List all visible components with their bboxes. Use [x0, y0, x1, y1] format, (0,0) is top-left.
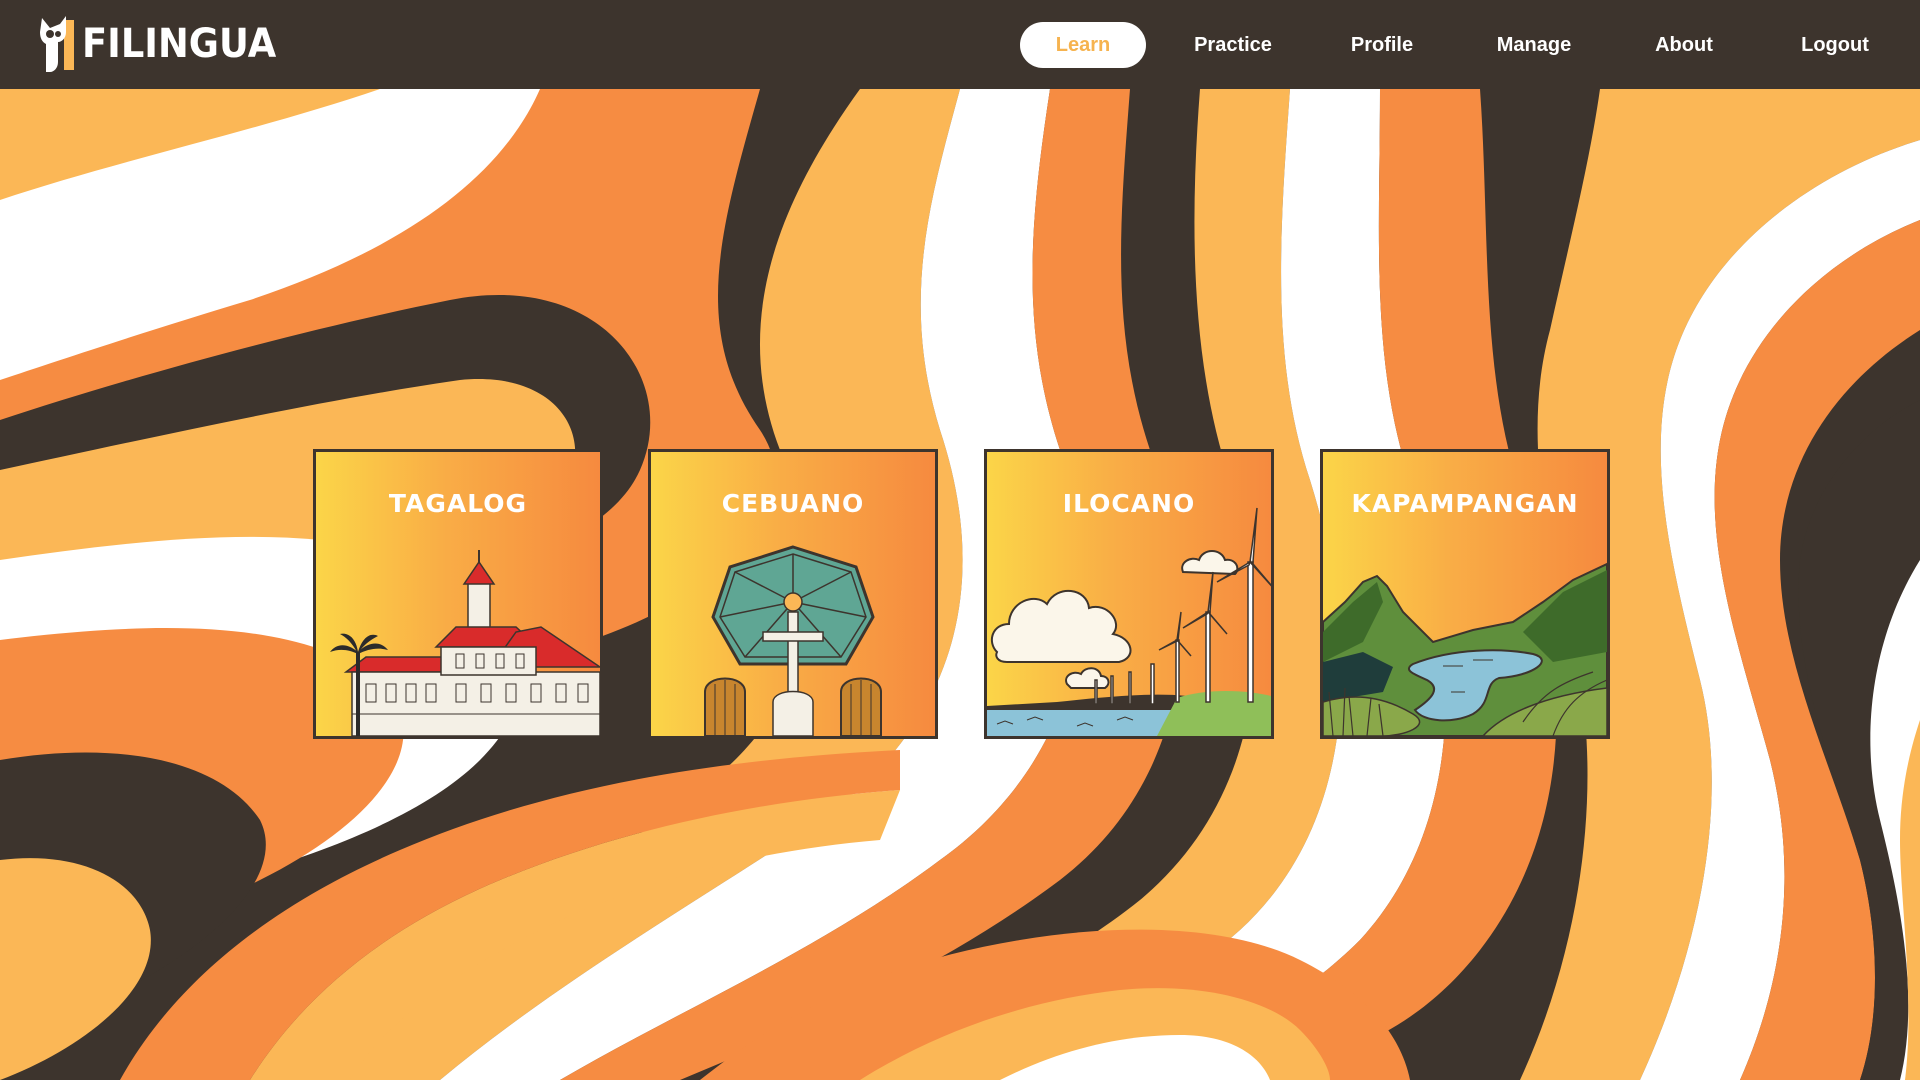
- nav-manage[interactable]: Manage: [1482, 22, 1586, 68]
- nav-logout[interactable]: Logout: [1788, 22, 1882, 68]
- nav-about[interactable]: About: [1640, 22, 1728, 68]
- nav-profile[interactable]: Profile: [1335, 22, 1429, 68]
- language-card-ilocano[interactable]: ILOCANO: [984, 449, 1274, 739]
- swirl-background: [0, 0, 1920, 1080]
- language-card-title: KAPAMPANGAN: [1351, 489, 1579, 518]
- language-card-title: ILOCANO: [1062, 489, 1196, 518]
- main-nav: Learn Practice Profile Manage About Logo…: [0, 0, 1920, 89]
- language-card-title: TAGALOG: [388, 489, 528, 518]
- nav-learn[interactable]: Learn: [1020, 22, 1146, 68]
- nav-practice[interactable]: Practice: [1180, 22, 1286, 68]
- top-navbar: FILINGUA Learn Practice Profile Manage A…: [0, 0, 1920, 89]
- language-card-kapampangan[interactable]: KAPAMPANGAN: [1320, 449, 1610, 739]
- language-card-tagalog[interactable]: TAGALOG: [313, 449, 603, 739]
- language-card-cebuano[interactable]: CEBUANO: [648, 449, 938, 739]
- language-card-title: CEBUANO: [721, 489, 865, 518]
